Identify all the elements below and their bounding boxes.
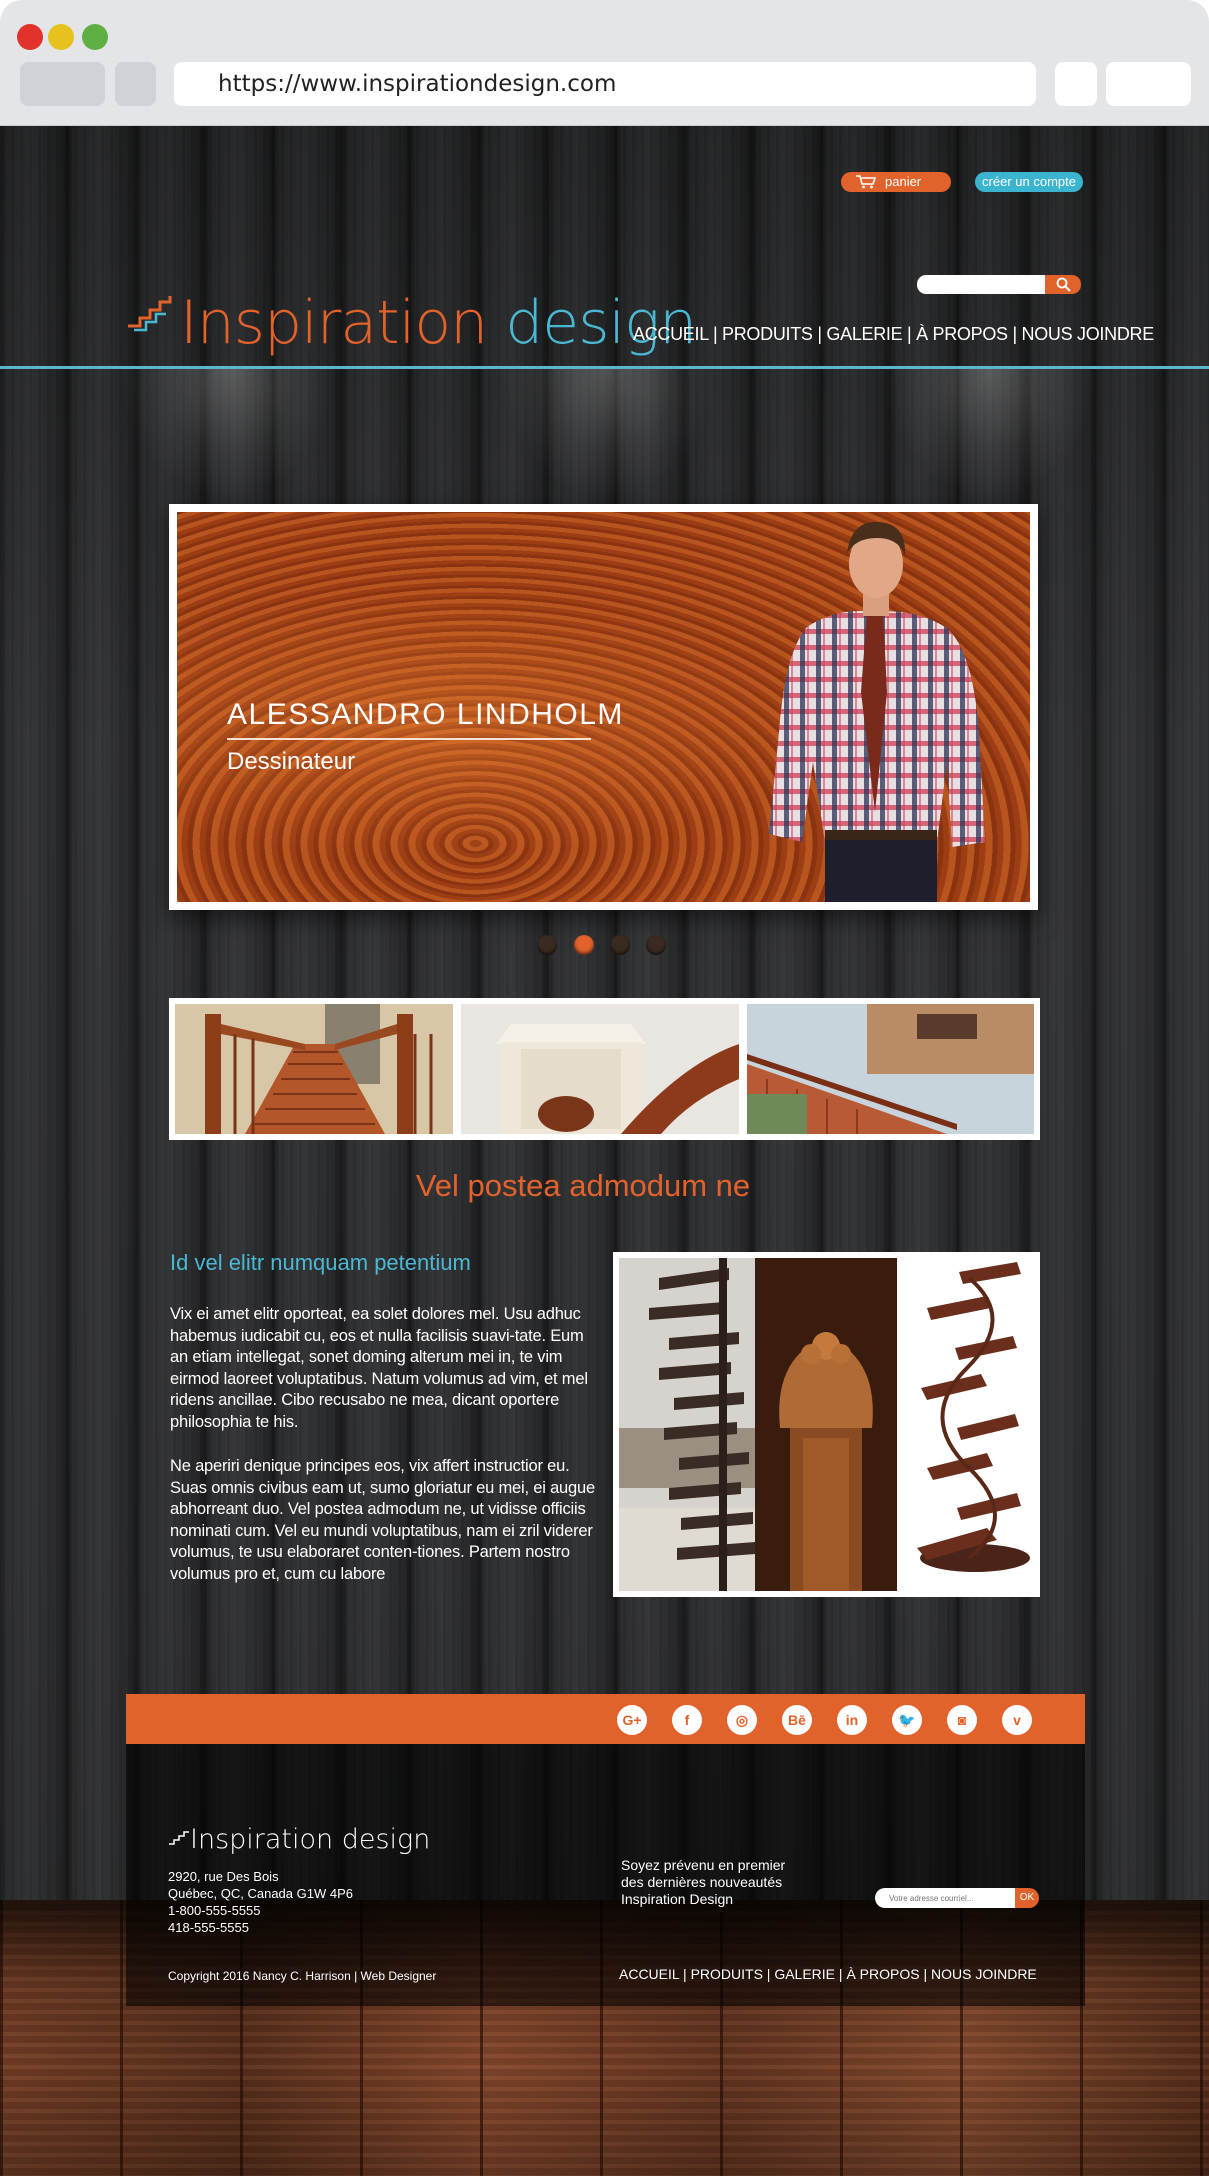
logo-word-design: design [505,288,697,358]
slider-dot-1[interactable] [537,935,557,955]
browser-menu-button[interactable] [1106,62,1191,106]
newsletter-line-3: Inspiration Design [621,1891,734,1907]
staircase-photo-2[interactable] [747,1004,1034,1134]
logo-text: Inspiration design [180,280,697,366]
stairs-logo-icon [128,296,172,332]
slider-dot-3[interactable] [610,935,630,955]
maximize-window-button[interactable] [82,24,108,50]
vimeo-icon[interactable]: v [1002,1705,1032,1735]
address-bar[interactable]: https://www.inspirationdesign.com [174,62,1036,106]
forward-button[interactable] [115,62,156,106]
spiral-stair-photo-1[interactable] [619,1258,755,1591]
phone-number-2: 418-555-5555 [168,1920,249,1935]
social-bar [126,1694,1085,1744]
staircase-photo-1[interactable] [175,1004,453,1134]
address-line-1: 2920, rue Des Bois [168,1869,279,1884]
twitter-icon[interactable]: 🐦 [892,1705,922,1735]
close-window-button[interactable] [17,24,43,50]
footer: Inspiration design 2920, rue Des Bois Qu… [126,1744,1085,2006]
google-plus-icon[interactable]: G+ [617,1705,647,1735]
spotlight-glow [880,369,1100,499]
facebook-icon[interactable]: f [672,1705,702,1735]
address-line-2: Québec, QC, Canada G1W 4P6 [168,1886,353,1901]
spotlight-glow [498,369,718,499]
main-navigation[interactable]: ACCUEIL | PRODUITS | GALERIE | À PROPOS … [633,324,1154,345]
newsletter-line-2: des dernières nouveautés [621,1874,783,1890]
linkedin-icon[interactable]: in [837,1705,867,1735]
search-icon [1056,277,1071,292]
carved-newel-photo[interactable] [755,1258,897,1591]
create-account-button[interactable]: créer un compte [975,172,1083,192]
back-button[interactable] [20,62,105,106]
behance-icon[interactable]: Bē [782,1705,812,1735]
spotlight-glow [118,369,338,499]
section-headline: Vel postea admodum ne [415,1168,751,1203]
web-page: panier créer un compte Inspiration desig… [0,126,1209,2176]
phone-number-1: 1-800-555-5555 [168,1903,261,1918]
newsletter-line-1: Soyez prévenu en premier [621,1857,786,1873]
dribbble-icon[interactable]: ◎ [727,1705,757,1735]
body-paragraph-1: Vix ei amet elitr oporteat, ea solet dol… [170,1305,588,1431]
stairs-collage [613,1252,1040,1597]
hero-slider[interactable]: ALESSANDRO LINDHOLM Dessinateur [169,504,1038,910]
body-paragraph-2: Ne aperiri denique principes eos, vix af… [170,1457,595,1583]
hero-slide: ALESSANDRO LINDHOLM Dessinateur [177,512,1030,902]
cart-label: panier [885,174,922,189]
footer-navigation[interactable]: ACCUEIL | PRODUITS | GALERIE | À PROPOS … [619,1966,1037,1982]
search-button[interactable] [1045,275,1081,294]
instagram-icon[interactable]: ◙ [947,1705,977,1735]
spiral-stair-photo-2[interactable] [897,1258,1034,1591]
browser-chrome: https://www.inspirationdesign.com [0,0,1209,126]
newsletter-email-field[interactable] [875,1888,1015,1908]
minimize-window-button[interactable] [48,24,74,50]
browser-action-button[interactable] [1055,62,1097,106]
footer-logo-text[interactable]: Inspiration design [190,1824,430,1855]
gallery-strip [169,998,1040,1140]
search-input[interactable] [917,275,1046,294]
cart-button[interactable]: panier [841,172,951,192]
logo-word-inspiration: Inspiration [180,288,488,358]
hero-underline [227,738,591,740]
newsletter-text: Soyez prévenu en premier des dernières n… [621,1857,785,1908]
slider-dot-2[interactable] [574,935,594,955]
hero-person-name: ALESSANDRO LINDHOLM [227,698,624,731]
portrait-image [769,521,985,902]
copyright-text: Copyright 2016 Nancy C. Harrison | Web D… [168,1969,437,1983]
newel-post-photo[interactable] [461,1004,739,1134]
site-logo[interactable]: Inspiration design [126,280,697,366]
slider-dot-4[interactable] [646,935,666,955]
footer-stairs-logo-icon [169,1831,189,1845]
cart-icon [856,175,877,189]
hero-person-role: Dessinateur [227,748,356,775]
section-subheading: Id vel elitr numquam petentium [170,1250,471,1275]
footer-address: 2920, rue Des Bois Québec, QC, Canada G1… [168,1868,353,1936]
newsletter-ok-button[interactable]: OK [1015,1888,1039,1908]
